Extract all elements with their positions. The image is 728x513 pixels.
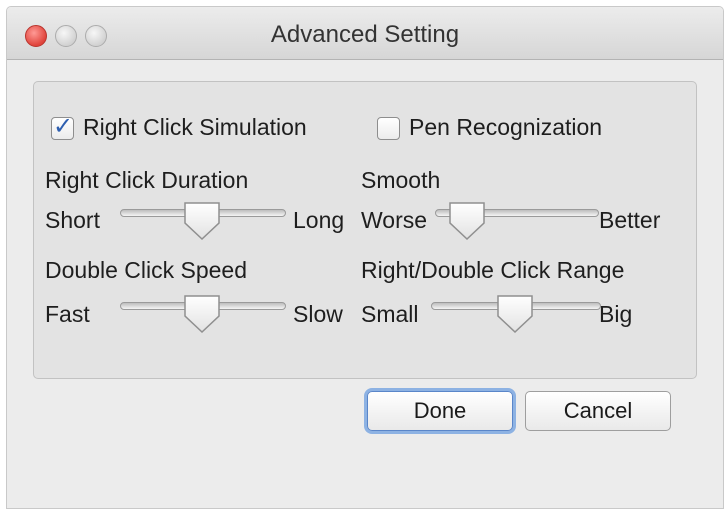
done-button[interactable]: Done [367,391,513,431]
window-title: Advanced Setting [270,21,460,48]
advanced-setting-window: Advanced Setting ✓ Right Click Simulatio… [6,6,724,509]
double-click-speed-max-label: Slow [293,301,343,327]
title-bar[interactable]: Advanced Setting [7,7,723,60]
double-click-speed-min-label: Fast [45,301,90,327]
click-range-min-label: Small [361,301,419,327]
right-click-duration-min-label: Short [45,207,100,233]
smooth-max-label: Better [599,207,661,233]
pen-recognization-label[interactable]: Pen Recognization [409,114,602,141]
right-click-duration-max-label: Long [293,207,345,233]
right-click-duration-label: Right Click Duration [45,167,249,193]
right-click-simulation-label[interactable]: Right Click Simulation [83,114,307,141]
slider-thumb[interactable] [183,294,221,334]
smooth-min-label: Worse [361,207,428,233]
checkmark-icon: ✓ [53,113,74,140]
smooth-label: Smooth [361,167,441,193]
click-range-label: Right/Double Click Range [361,257,625,283]
slider-thumb[interactable] [496,294,534,334]
double-click-speed-label: Double Click Speed [45,257,248,283]
slider-thumb[interactable] [183,201,221,241]
click-range-max-label: Big [599,301,633,327]
cancel-button[interactable]: Cancel [525,391,671,431]
right-click-simulation-checkbox[interactable]: ✓ [51,113,74,140]
pen-recognization-checkbox[interactable] [377,117,400,140]
slider-thumb[interactable] [448,201,486,241]
